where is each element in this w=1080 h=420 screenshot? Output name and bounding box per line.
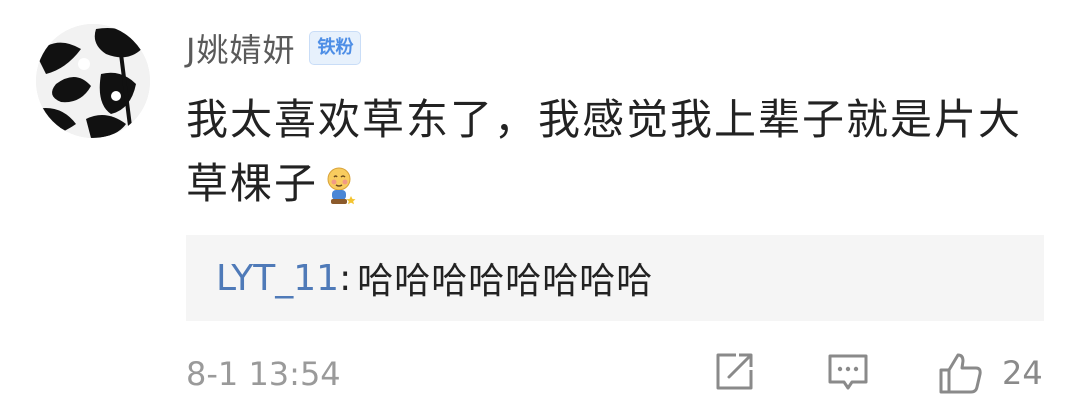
- shy-kid-emoji-icon: [324, 160, 358, 224]
- share-icon: [716, 353, 753, 390]
- comment-body: 我太喜欢草东了，我感觉我上辈子就是片大草棵子: [186, 95, 1023, 208]
- reply-text: 哈哈哈哈哈哈哈哈: [357, 261, 654, 302]
- reply-separator: :: [339, 257, 352, 299]
- reply-box[interactable]: LYT_11 : 哈哈哈哈哈哈哈哈: [186, 235, 1044, 321]
- like-button[interactable]: 24: [938, 350, 1043, 396]
- thumbs-up-icon: [939, 353, 982, 394]
- comment-text: 我太喜欢草东了，我感觉我上辈子就是片大草棵子: [186, 88, 1046, 224]
- username-row: J姚婧妍 铁粉: [186, 25, 362, 71]
- avatar-image: [36, 24, 150, 138]
- fan-badge[interactable]: 铁粉: [309, 31, 362, 65]
- comment-button[interactable]: [826, 350, 870, 394]
- share-button[interactable]: [712, 350, 756, 394]
- avatar[interactable]: [36, 24, 150, 138]
- comment-icon: [828, 354, 868, 390]
- username[interactable]: J姚婧妍: [186, 25, 295, 71]
- reply-author[interactable]: LYT_11: [216, 258, 339, 299]
- like-count: 24: [1002, 354, 1043, 392]
- comment-timestamp: 8-1 13:54: [186, 355, 341, 393]
